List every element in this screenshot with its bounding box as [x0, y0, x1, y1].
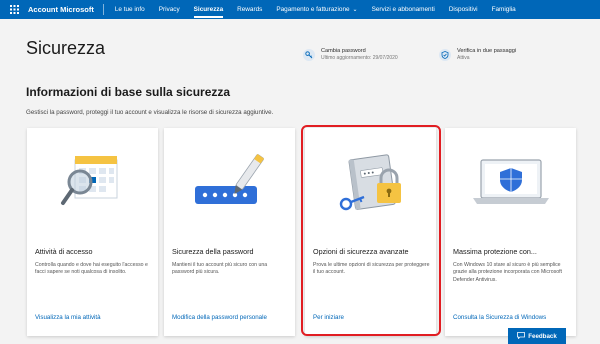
card-windows-security: Massima protezione con... Con Windows 10… [445, 128, 576, 336]
nav-item-rewards[interactable]: Rewards [230, 0, 269, 19]
card-title: Attività di accesso [35, 247, 93, 256]
nav-item-le-tue-info[interactable]: Le tue info [108, 0, 152, 19]
brand-link[interactable]: Account Microsoft [28, 4, 104, 15]
nav-item-dispositivi[interactable]: Dispositivi [442, 0, 485, 19]
nav-item-privacy[interactable]: Privacy [152, 0, 187, 19]
chevron-down-icon: ⌄ [352, 7, 358, 13]
card-sign-in-activity: Attività di accesso Controlla quando e d… [27, 128, 158, 336]
feedback-label: Feedback [528, 332, 557, 340]
nav-item-servizi[interactable]: Servizi e abbonamenti [365, 0, 442, 19]
section-title: Informazioni di base sulla sicurezza [26, 85, 231, 99]
calendar-magnifier-icon [27, 128, 158, 238]
nav-item-pagamento-label: Pagamento e fatturazione [276, 6, 350, 13]
change-password-card-link[interactable]: Modifica della password personale [172, 314, 267, 321]
password-pen-icon [164, 128, 295, 238]
card-description: Con Windows 10 stare al sicuro è più sem… [453, 262, 562, 283]
two-step-title: Verifica in due passaggi [457, 48, 517, 54]
shield-check-icon [439, 49, 451, 61]
card-description: Controlla quando e dove hai eseguito l'a… [35, 262, 148, 276]
card-title: Sicurezza della password [172, 247, 254, 256]
section-subtitle: Gestisci la password, proteggi il tuo ac… [26, 109, 274, 116]
nav-item-pagamento[interactable]: Pagamento e fatturazione ⌄ [269, 0, 364, 19]
change-password-link[interactable]: Cambia password Ultimo aggiornamento: 29… [303, 48, 398, 62]
change-password-title: Cambia password [321, 48, 366, 54]
padlock-book-icon [305, 128, 436, 238]
view-activity-link[interactable]: Visualizza la mia attività [35, 314, 101, 321]
top-nav: Account Microsoft Le tue info Privacy Si… [0, 0, 600, 19]
card-title: Opzioni di sicurezza avanzate [313, 247, 409, 256]
card-title: Massima protezione con... [453, 247, 537, 256]
nav-item-famiglia[interactable]: Famiglia [485, 0, 523, 19]
key-icon [303, 49, 315, 61]
card-advanced-security: Opzioni di sicurezza avanzate Prova le u… [305, 128, 436, 336]
chat-icon [517, 331, 526, 341]
page-title: Sicurezza [26, 38, 106, 58]
change-password-subtitle: Ultimo aggiornamento: 29/07/2020 [321, 55, 398, 61]
feedback-button[interactable]: Feedback [508, 328, 566, 344]
get-started-link[interactable]: Per iniziare [313, 314, 344, 321]
two-step-verification-link[interactable]: Verifica in due passaggi Attiva [439, 48, 516, 62]
two-step-status: Attiva [457, 55, 470, 61]
nav-item-sicurezza[interactable]: Sicurezza [187, 0, 230, 19]
app-launcher-icon[interactable] [0, 0, 28, 19]
card-password-security: Sicurezza della password Mantieni il tuo… [164, 128, 295, 336]
card-description: Mantieni il tuo account più sicuro con u… [172, 262, 268, 276]
laptop-shield-icon [445, 128, 576, 238]
card-description: Prova le ultime opzioni di sicurezza per… [313, 262, 430, 276]
windows-security-link[interactable]: Consulta la Sicurezza di Windows [453, 314, 546, 321]
